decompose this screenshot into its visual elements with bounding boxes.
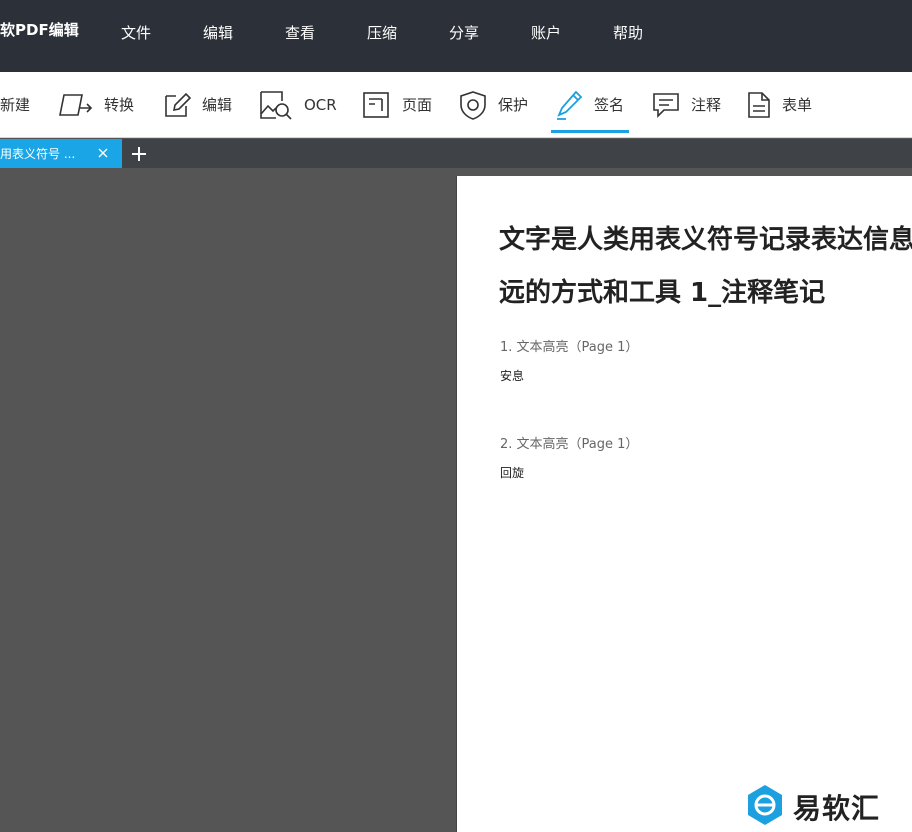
convert-icon (58, 91, 94, 119)
tool-comment-label: 注释 (691, 95, 722, 114)
menu-help[interactable]: 帮助 (613, 22, 643, 43)
shield-icon (458, 89, 488, 121)
title-bar: 软PDF编辑 文件 编辑 查看 压缩 分享 账户 帮助 (0, 0, 912, 72)
tool-ocr-label: OCR (304, 95, 337, 114)
note-text: 回旋 (500, 466, 525, 480)
ocr-icon (258, 89, 294, 121)
menu-file[interactable]: 文件 (121, 22, 151, 43)
close-icon[interactable] (96, 146, 110, 160)
tool-ocr-button[interactable]: OCR (258, 72, 337, 138)
tool-comment-button[interactable]: 注释 (651, 72, 721, 138)
app-title: 软PDF编辑 (0, 21, 79, 39)
document-title-line-1: 文字是人类用表义符号记录表达信息 (499, 225, 912, 255)
edit-icon (162, 90, 192, 120)
page-icon (362, 90, 392, 120)
tool-edit-label: 编辑 (202, 95, 233, 114)
menu-share[interactable]: 分享 (449, 22, 479, 43)
tool-new-button[interactable]: 新建 (0, 72, 30, 138)
watermark-text: 易软汇 (793, 792, 881, 825)
active-tool-indicator (551, 130, 629, 133)
tool-form-label: 表单 (782, 95, 813, 114)
tool-page-label: 页面 (402, 95, 433, 114)
watermark: 易软汇 (745, 784, 910, 830)
tool-sign-button[interactable]: 签名 (554, 72, 624, 138)
document-title-line-2: 远的方式和工具 1_注释笔记 (499, 278, 826, 308)
menu-compress[interactable]: 压缩 (367, 22, 397, 43)
logo-icon (745, 783, 785, 831)
pen-icon (554, 89, 584, 121)
document-title: 文字是人类用表义符号记录表达信息 远的方式和工具 1_注释笔记 (499, 214, 912, 320)
toolbar: 新建 转换 编辑 OCR 页面 保护 签名 注释 表单 (0, 72, 912, 138)
tool-edit-button[interactable]: 编辑 (162, 72, 232, 138)
menu-edit[interactable]: 编辑 (203, 22, 233, 43)
note-text: 安息 (500, 369, 525, 383)
tool-protect-label: 保护 (498, 95, 529, 114)
add-tab-icon[interactable] (130, 145, 148, 163)
note-heading: 1. 文本高亮（Page 1） (500, 340, 639, 355)
document-tab[interactable]: 用表义符号 ... (0, 139, 122, 168)
tool-convert-label: 转换 (104, 95, 135, 114)
form-icon (746, 90, 772, 120)
document-tab-bar: 用表义符号 ... (0, 139, 912, 168)
tool-protect-button[interactable]: 保护 (458, 72, 528, 138)
note-heading: 2. 文本高亮（Page 1） (500, 437, 639, 452)
tool-new-label: 新建 (0, 95, 31, 114)
menu-account[interactable]: 账户 (531, 22, 561, 43)
menu-view[interactable]: 查看 (285, 22, 315, 43)
document-tab-label: 用表义符号 ... (0, 147, 76, 161)
tool-page-button[interactable]: 页面 (362, 72, 432, 138)
tool-convert-button[interactable]: 转换 (58, 72, 134, 138)
tool-sign-label: 签名 (594, 95, 625, 114)
pdf-page[interactable]: 文字是人类用表义符号记录表达信息 远的方式和工具 1_注释笔记 1. 文本高亮（… (456, 176, 912, 832)
comment-icon (651, 90, 681, 120)
tool-form-button[interactable]: 表单 (746, 72, 812, 138)
